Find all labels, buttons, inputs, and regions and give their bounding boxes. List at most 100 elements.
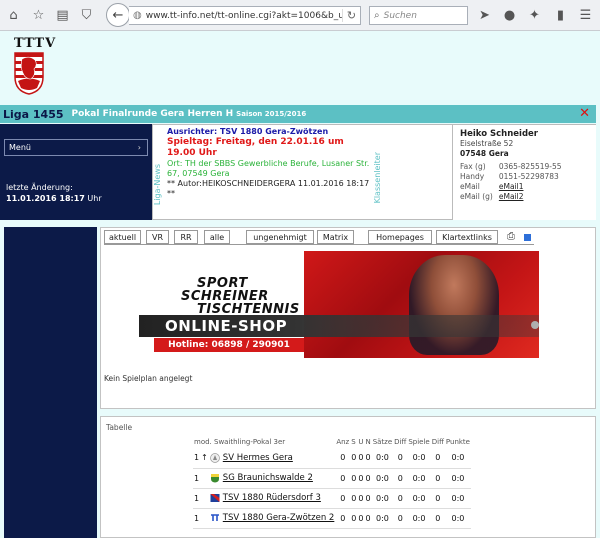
- cell-anz: 0: [335, 508, 351, 529]
- tab-aktuell[interactable]: aktuell: [104, 230, 141, 244]
- menu-button[interactable]: Menü ›: [4, 139, 148, 156]
- tab-vr[interactable]: VR: [146, 230, 169, 244]
- globe-icon: ◍: [133, 10, 142, 21]
- print-icon[interactable]: ⎙: [507, 231, 515, 242]
- hermes-club-logo-icon: [209, 452, 220, 463]
- contact-name: Heiko Schneider: [460, 129, 538, 139]
- contact-table: Fax (g) 0365-825519-55 Handy 0151-52298783…: [460, 162, 568, 202]
- cell-diff2: 0: [430, 448, 445, 469]
- tab-rr[interactable]: RR: [174, 230, 198, 244]
- tab-klartextlinks[interactable]: Klartextlinks: [436, 230, 498, 244]
- standings-title: Tabelle: [106, 423, 133, 432]
- cell-diff2: 0: [430, 508, 445, 529]
- league-title-bar: Liga 1455 Pokal Finalrunde Gera Herren H…: [0, 105, 596, 123]
- rank: 1: [193, 448, 201, 469]
- tab-homepages[interactable]: Homepages: [368, 230, 432, 244]
- tab-ungenehmigt[interactable]: ungenehmigt: [246, 230, 314, 244]
- cell-u: 0: [357, 448, 365, 469]
- cell-spiele: 0:0: [407, 468, 431, 489]
- last-change-date: 11.01.2016 18:17: [6, 194, 85, 203]
- league-season: Saison 2015/2016: [236, 110, 307, 118]
- team-link[interactable]: SV Hermes Gera: [223, 453, 293, 463]
- tab-matrix[interactable]: Matrix: [317, 230, 354, 244]
- cell-diff: 0: [393, 468, 408, 489]
- back-button[interactable]: ←: [106, 3, 130, 27]
- col-header-s: S: [351, 438, 356, 446]
- search-input[interactable]: ⌕ Suchen: [369, 6, 468, 25]
- cell-s: 0: [350, 488, 358, 509]
- zwoetzen-club-logo-icon: [210, 514, 219, 521]
- export-icon[interactable]: [524, 234, 531, 241]
- col-header-n: N: [365, 438, 371, 446]
- last-change-unit: Uhr: [87, 194, 102, 203]
- cell-punkte: 0:0: [444, 468, 471, 489]
- email2-link[interactable]: eMail2: [499, 192, 524, 201]
- team-link[interactable]: TSV 1880 Gera-Zwötzen 2: [223, 513, 335, 523]
- team-link[interactable]: TSV 1880 Rüdersdorf 3: [223, 493, 321, 503]
- col-header-diff: Diff: [394, 438, 407, 446]
- addon-icon[interactable]: ✦: [526, 7, 543, 24]
- send-icon[interactable]: ➤: [476, 7, 493, 24]
- col-header-group: mod. Swaithling-Pokal 3er: [194, 438, 286, 446]
- cell-diff2: 0: [430, 468, 445, 489]
- cell-n: 0: [364, 448, 372, 469]
- cell-anz: 0: [335, 468, 351, 489]
- chat-icon[interactable]: ●: [501, 7, 518, 24]
- col-header-saetze: Sätze: [372, 438, 393, 446]
- trend-arrow: [200, 508, 209, 529]
- cell-punkte: 0:0: [444, 448, 471, 469]
- pocket-icon[interactable]: ⛉: [78, 7, 95, 24]
- advertisement-banner[interactable]: SPORT SCHREINER TISCHTENNIS ONLINE-SHOP …: [139, 251, 539, 358]
- league-news: Ausrichter: TSV 1880 Gera-Zwötzen Spielt…: [167, 127, 372, 199]
- chevron-right-icon: ›: [137, 143, 141, 152]
- cell-diff2: 0: [430, 488, 445, 509]
- col-header-diff2: Diff: [431, 438, 444, 446]
- bookmark-star-icon[interactable]: ☆: [30, 7, 47, 24]
- ad-hotline: Hotline: 06898 / 290901: [154, 338, 304, 352]
- standings-header-row: mod. Swaithling-Pokal 3er Anz S U N Sätz…: [193, 436, 471, 448]
- no-schedule-text: Kein Spielplan angelegt: [104, 374, 193, 383]
- cell-saetze: 0:0: [371, 488, 394, 509]
- ad-logo: SPORT SCHREINER TISCHTENNIS: [181, 277, 300, 316]
- close-icon[interactable]: ✕: [579, 106, 590, 121]
- cell-spiele: 0:0: [407, 508, 431, 529]
- trend-arrow: ↑: [200, 448, 209, 469]
- col-header-anz: Anz: [336, 438, 350, 446]
- cell-saetze: 0:0: [371, 448, 394, 469]
- cell-diff: 0: [393, 508, 408, 529]
- tab-divider: [104, 244, 534, 245]
- trend-arrow: [200, 468, 209, 489]
- table-row: 1 TSV 1880 Gera-Zwötzen 2 0 0 0 0 0:0 0 …: [193, 508, 471, 529]
- reading-list-icon[interactable]: ▤: [54, 7, 71, 24]
- reload-icon[interactable]: ↻: [342, 9, 360, 22]
- contact-label: Fax (g): [460, 162, 486, 171]
- menu-label: Menü: [9, 143, 31, 152]
- menu-icon[interactable]: ☰: [577, 7, 594, 24]
- url-bar[interactable]: ◍ www.tt-info.net/tt-online.cgi?akt=1006…: [129, 6, 361, 25]
- klassenleiter-vertical-label: Klassenleiter: [373, 152, 382, 204]
- cell-diff: 0: [393, 488, 408, 509]
- cell-n: 0: [364, 468, 372, 489]
- team-link[interactable]: SG Braunichswalde 2: [223, 473, 313, 483]
- last-change-label: letzte Änderung:: [6, 183, 73, 192]
- home-icon[interactable]: ⌂: [5, 7, 22, 24]
- ruedersdorf-club-logo-icon: [210, 494, 220, 502]
- cell-n: 0: [364, 488, 372, 509]
- rank: 1: [193, 468, 201, 489]
- last-change: letzte Änderung: 11.01.2016 18:17 Uhr: [6, 182, 102, 204]
- table-row: 1 SG Braunichswalde 2 0 0 0 0 0:0 0 0:0 …: [193, 468, 471, 489]
- email1-link[interactable]: eMail1: [499, 182, 524, 191]
- cell-s: 0: [350, 468, 358, 489]
- tab-alle[interactable]: alle: [204, 230, 230, 244]
- contact-label: eMail (g): [460, 192, 493, 201]
- tttv-logo-text: TTTV: [14, 36, 57, 51]
- cell-saetze: 0:0: [371, 508, 394, 529]
- browser-toolbar: ⌂ ☆ ▤ ⛉ ← ◍ www.tt-info.net/tt-online.cg…: [0, 0, 600, 31]
- contact-info: Heiko Schneider Eiselstraße 52 07548 Ger…: [460, 129, 568, 202]
- clipboard-icon[interactable]: ▮: [552, 7, 569, 24]
- cell-diff: 0: [393, 448, 408, 469]
- cell-punkte: 0:0: [444, 488, 471, 509]
- url-text: www.tt-info.net/tt-online.cgi?akt=1006&b…: [145, 10, 342, 21]
- cell-n: 0: [364, 508, 372, 529]
- contact-street: Eiselstraße 52: [460, 139, 514, 148]
